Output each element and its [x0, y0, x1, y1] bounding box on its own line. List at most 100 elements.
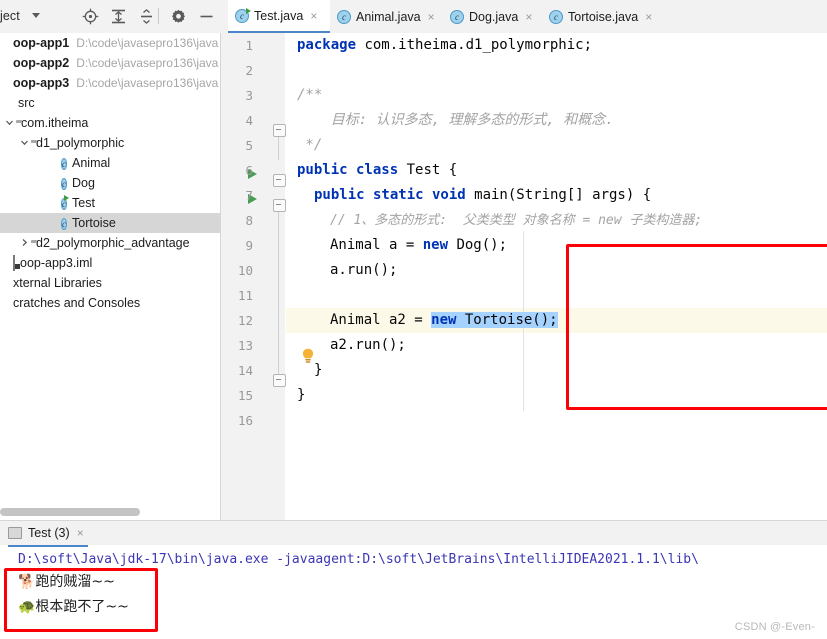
line-number: 9 — [245, 238, 253, 253]
hide-panel-icon[interactable] — [198, 8, 215, 25]
chevron-down-icon[interactable] — [18, 133, 31, 153]
close-icon[interactable]: × — [428, 11, 435, 23]
ctor-dog: Dog(); — [448, 237, 508, 253]
code-line-animal-tortoise[interactable]: Animal a2 = new Tortoise(); — [330, 308, 558, 333]
class-close-brace: } — [297, 387, 306, 403]
expand-all-icon[interactable] — [110, 8, 127, 25]
code-line-a-run[interactable]: a.run(); — [330, 258, 397, 283]
code-line-comment-polymorphism[interactable]: // 1、多态的形式: 父类类型 对象名称 = new 子类构造器; — [330, 208, 702, 233]
keyword-package: package — [297, 37, 357, 53]
line-number: 10 — [237, 263, 253, 278]
fold-marker-comment-end[interactable] — [273, 174, 286, 187]
tree-item-oop-app2[interactable]: oop-app2 D:\code\javasepro136\java — [0, 53, 220, 73]
fold-guide-line-method — [278, 205, 279, 380]
tree-item-com-itheima[interactable]: com.itheima — [0, 113, 220, 133]
close-icon[interactable]: × — [525, 11, 532, 23]
call-a-run: a.run(); — [330, 262, 398, 278]
tree-item-test[interactable]: c Test — [0, 193, 220, 213]
chevron-down-icon[interactable] — [32, 13, 40, 18]
code-line-close-method[interactable]: } — [314, 358, 322, 383]
close-icon[interactable]: × — [310, 10, 317, 22]
tree-item-label: d1_polymorphic — [36, 136, 125, 150]
project-tree-panel[interactable]: oop-app1 D:\code\javasepro136\java oop-app… — [0, 33, 221, 520]
code-line-main-decl[interactable]: public static void main(String[] args) { — [314, 183, 651, 208]
console-tab-bar: Test (3) × — [0, 521, 827, 547]
tree-item-oop-app1[interactable]: oop-app1 D:\code\javasepro136\java — [0, 33, 220, 53]
editor-tab-dog-java[interactable]: c Dog.java × — [443, 0, 542, 33]
tree-item-oop-app3-iml[interactable]: oop-app3.iml — [0, 253, 220, 273]
editor-tab-test-java[interactable]: c Test.java × — [228, 0, 330, 33]
java-runnable-class-icon: c — [235, 8, 249, 23]
tree-item-label: oop-app3.iml — [20, 256, 93, 270]
fold-marker-method-end[interactable] — [273, 374, 286, 387]
line-number: 1 — [245, 38, 253, 53]
method-close-brace: } — [314, 362, 323, 378]
code-line-javadoc-body[interactable]: 目标: 认识多态, 理解多态的形式, 和概念. — [297, 108, 614, 133]
tree-item-path: D:\code\javasepro136\java — [76, 36, 219, 50]
tree-item-label: oop-app2 — [13, 56, 70, 70]
editor-tab-label: Dog.java — [469, 9, 519, 24]
editor-tab-label: Animal.java — [356, 9, 421, 24]
tree-item-src[interactable]: src — [0, 93, 220, 113]
code-line-javadoc-close[interactable]: */ — [297, 133, 322, 158]
toolbar-divider — [158, 8, 159, 24]
line-number: 13 — [237, 338, 253, 353]
tree-item-label: d2_polymorphic_advantage — [36, 236, 190, 250]
intention-bulb-icon[interactable] — [301, 348, 315, 364]
class-name: Test { — [398, 162, 458, 178]
editor-tab-strip: c Test.java × c Animal.java × c Dog.java × c Torto… — [228, 0, 827, 33]
line-number: 15 — [237, 388, 253, 403]
tree-item-label: Animal — [72, 156, 111, 170]
code-line-package[interactable]: package com.itheima.d1_polymorphic; — [297, 33, 592, 58]
tree-item-oop-app3[interactable]: oop-app3 D:\code\javasepro136\java — [0, 73, 220, 93]
console-tab-test[interactable]: Test (3) × — [8, 521, 88, 547]
code-editor[interactable]: 1 2 3 4 5 6 7 8 9 10 11 12 13 14 15 16 package com.ithei… — [221, 33, 827, 520]
line-number: 5 — [245, 138, 253, 153]
locate-target-icon[interactable] — [82, 8, 99, 25]
tree-item-d1-polymorphic[interactable]: d1_polymorphic — [0, 133, 220, 153]
keyword-new: new — [422, 237, 449, 253]
chevron-down-icon[interactable] — [3, 113, 16, 133]
tree-item-label: Dog — [72, 176, 95, 190]
tree-item-path: D:\code\javasepro136\java — [76, 76, 219, 90]
chevron-right-icon[interactable] — [18, 233, 31, 253]
project-panel-title[interactable]: ject — [0, 9, 20, 23]
tree-item-animal[interactable]: c Animal — [0, 153, 220, 173]
code-line-close-class[interactable]: } — [297, 383, 305, 408]
collapse-all-icon[interactable] — [138, 8, 155, 25]
var-decl-tortoise: Animal a2 = — [330, 312, 432, 328]
console-window-icon — [8, 527, 22, 539]
editor-tab-animal-java[interactable]: c Animal.java × — [330, 0, 443, 33]
tree-item-xternal-libraries[interactable]: xternal Libraries — [0, 273, 220, 293]
tree-item-d2-polymorphic-advantage[interactable]: d2_polymorphic_advantage — [0, 233, 220, 253]
var-decl-dog: Animal a = — [330, 237, 423, 253]
java-class-icon: c — [337, 9, 351, 24]
editor-tab-tortoise-java[interactable]: c Tortoise.java × — [542, 0, 661, 33]
tree-item-label: oop-app3 — [13, 76, 70, 90]
run-console-panel: Test (3) × D:\soft\Java\jdk-17\bin\java.… — [0, 520, 827, 639]
settings-gear-icon[interactable] — [170, 8, 187, 25]
tree-item-tortoise[interactable]: c Tortoise — [0, 213, 220, 233]
line-number: 2 — [245, 63, 253, 78]
keyword-class-decl: public class — [297, 162, 399, 178]
javadoc-body: 目标: 认识多态, 理解多态的形式, 和概念. — [297, 112, 614, 128]
code-line-a2-run[interactable]: a2.run(); — [330, 333, 406, 358]
code-line-javadoc-open[interactable]: /** — [297, 83, 322, 108]
selected-expression: new Tortoise(); — [431, 312, 558, 328]
tree-item-path: D:\code\javasepro136\java — [76, 56, 219, 70]
close-icon[interactable]: × — [645, 11, 652, 23]
console-command-line: D:\soft\Java\jdk-17\bin\java.exe -javaag… — [18, 552, 699, 567]
tree-item-dog[interactable]: c Dog — [0, 173, 220, 193]
fold-marker-method[interactable] — [273, 199, 286, 212]
sidebar-horizontal-scrollbar[interactable] — [0, 508, 140, 516]
code-line-animal-dog[interactable]: Animal a = new Dog(); — [330, 233, 507, 258]
tree-item-cratches-and-consoles[interactable]: cratches and Consoles — [0, 293, 220, 313]
inline-comment: // 1、多态的形式: 父类类型 对象名称 = new 子类构造器; — [330, 213, 703, 228]
line-number: 4 — [245, 113, 253, 128]
close-icon[interactable]: × — [77, 526, 84, 540]
editor-tab-label: Test.java — [254, 8, 304, 23]
code-line-class-decl[interactable]: public class Test { — [297, 158, 457, 183]
fold-marker-comment[interactable] — [273, 124, 286, 137]
java-class-icon: c — [61, 158, 67, 170]
intellij-idea-window: ject c Test.java × c Animal.java × c Dog… — [0, 0, 827, 639]
